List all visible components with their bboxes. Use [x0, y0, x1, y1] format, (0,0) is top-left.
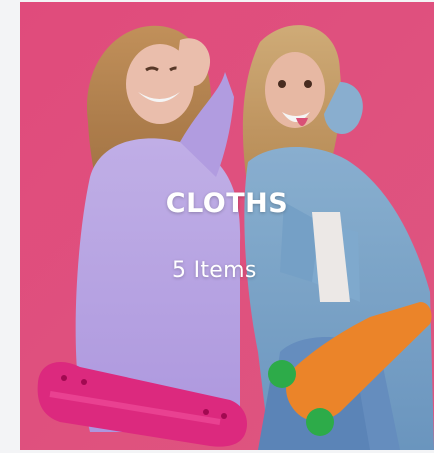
image-overlay — [20, 2, 434, 450]
category-card-cloths[interactable]: CLOTHS 5 Items — [20, 2, 434, 450]
page-gutter — [0, 0, 20, 453]
category-item-count: 5 Items — [172, 258, 257, 283]
page-edge — [434, 0, 446, 453]
category-title: CLOTHS — [165, 188, 289, 219]
